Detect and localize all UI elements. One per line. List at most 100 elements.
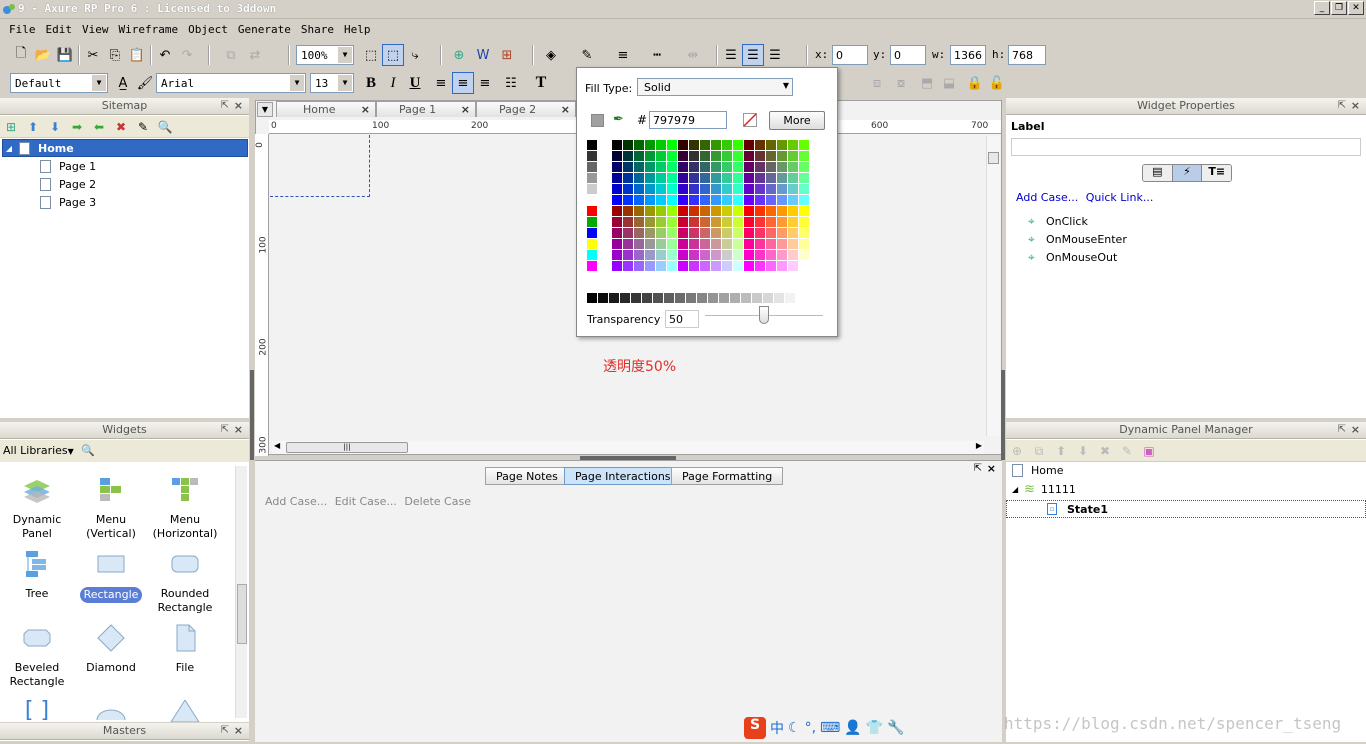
color-swatch[interactable] bbox=[722, 217, 732, 227]
color-swatch[interactable] bbox=[733, 228, 743, 238]
color-swatch[interactable] bbox=[667, 151, 677, 161]
format-painter-icon[interactable]: ⧉ bbox=[220, 44, 242, 66]
color-swatch[interactable] bbox=[766, 228, 776, 238]
color-swatch[interactable] bbox=[744, 140, 754, 150]
tab-list-dropdown[interactable]: ▼ bbox=[257, 102, 273, 117]
moon-icon[interactable]: ☾ bbox=[788, 720, 801, 736]
color-swatch[interactable] bbox=[667, 195, 677, 205]
color-swatch[interactable] bbox=[766, 184, 776, 194]
color-swatch[interactable] bbox=[587, 228, 597, 238]
color-swatch[interactable] bbox=[700, 239, 710, 249]
canvas-tab-home[interactable]: Home × bbox=[276, 101, 376, 117]
color-swatch[interactable] bbox=[744, 184, 754, 194]
add-state-icon[interactable]: ⊕ bbox=[1006, 440, 1028, 462]
color-swatch[interactable] bbox=[711, 228, 721, 238]
color-swatch[interactable] bbox=[700, 173, 710, 183]
color-swatch[interactable] bbox=[700, 140, 710, 150]
add-case-link[interactable]: Add Case... bbox=[265, 495, 327, 508]
color-swatch[interactable] bbox=[623, 217, 633, 227]
color-swatch[interactable] bbox=[700, 195, 710, 205]
color-swatch[interactable] bbox=[722, 195, 732, 205]
event-onclick[interactable]: ⌖ OnClick bbox=[1028, 212, 1127, 230]
color-swatch[interactable] bbox=[667, 173, 677, 183]
color-swatch[interactable] bbox=[777, 261, 787, 271]
color-swatch[interactable] bbox=[656, 151, 666, 161]
color-swatch[interactable] bbox=[755, 239, 765, 249]
color-swatch[interactable] bbox=[667, 217, 677, 227]
color-swatch[interactable] bbox=[799, 184, 809, 194]
color-swatch[interactable] bbox=[656, 250, 666, 260]
color-swatch[interactable] bbox=[799, 140, 809, 150]
style-select[interactable]: Default ▼ bbox=[10, 73, 108, 93]
more-colors-button[interactable]: More bbox=[769, 111, 825, 130]
color-swatch[interactable] bbox=[689, 173, 699, 183]
color-swatch[interactable] bbox=[645, 151, 655, 161]
color-swatch[interactable] bbox=[799, 250, 809, 260]
color-swatch[interactable] bbox=[788, 228, 798, 238]
select-intersect-icon[interactable]: ⬚ bbox=[360, 44, 382, 66]
color-swatch[interactable] bbox=[623, 239, 633, 249]
color-swatch[interactable] bbox=[766, 239, 776, 249]
menu-view[interactable]: View bbox=[77, 20, 114, 40]
tab-page-formatting[interactable]: Page Formatting bbox=[671, 467, 784, 485]
color-swatch[interactable] bbox=[645, 250, 655, 260]
color-swatch[interactable] bbox=[656, 261, 666, 271]
menu-object[interactable]: Object bbox=[183, 20, 233, 40]
color-swatch[interactable] bbox=[689, 228, 699, 238]
color-swatch[interactable] bbox=[700, 261, 710, 271]
close-icon[interactable]: × bbox=[234, 98, 243, 114]
sitemap-item-home[interactable]: ◢ Home bbox=[2, 139, 248, 157]
bring-front-icon[interactable]: ⬒ bbox=[916, 72, 938, 94]
color-swatch[interactable] bbox=[623, 173, 633, 183]
color-swatch[interactable] bbox=[623, 140, 633, 150]
text-color-button[interactable]: T bbox=[530, 72, 552, 94]
color-swatch[interactable] bbox=[645, 173, 655, 183]
color-swatch[interactable] bbox=[700, 162, 710, 172]
color-swatch[interactable] bbox=[722, 140, 732, 150]
chinese-mode-icon[interactable]: 中 bbox=[770, 718, 784, 738]
edit-page-icon[interactable]: ✎ bbox=[132, 116, 154, 138]
search-icon[interactable]: 🔍 bbox=[81, 444, 95, 457]
ungroup-icon[interactable]: ⧇ bbox=[890, 72, 912, 94]
fill-type-select[interactable]: Solid ▼ bbox=[637, 78, 793, 96]
color-swatch[interactable] bbox=[799, 206, 809, 216]
color-swatch[interactable] bbox=[700, 217, 710, 227]
color-swatch[interactable] bbox=[711, 217, 721, 227]
move-down-icon[interactable]: ⬇ bbox=[44, 116, 66, 138]
color-swatch[interactable] bbox=[711, 140, 721, 150]
tab-annotations-icon[interactable]: ▤ bbox=[1143, 165, 1173, 181]
x-input[interactable]: 0 bbox=[832, 45, 868, 65]
color-swatch[interactable] bbox=[744, 151, 754, 161]
font-family-select[interactable]: Arial ▼ bbox=[156, 73, 306, 93]
splitter-handle-right[interactable] bbox=[1001, 370, 1005, 460]
color-swatch[interactable] bbox=[711, 151, 721, 161]
dp-tree-state[interactable]: ▫ State1 bbox=[1006, 500, 1366, 518]
zoom-select[interactable]: 100% ▼ bbox=[296, 45, 354, 65]
line-width-icon[interactable]: ≡ bbox=[612, 44, 634, 66]
color-swatch[interactable] bbox=[634, 151, 644, 161]
color-swatch[interactable] bbox=[777, 217, 787, 227]
color-swatch[interactable] bbox=[667, 162, 677, 172]
save-icon[interactable]: 💾 bbox=[54, 44, 76, 66]
color-swatch[interactable] bbox=[645, 261, 655, 271]
color-swatch[interactable] bbox=[722, 173, 732, 183]
color-swatch[interactable] bbox=[587, 261, 597, 271]
color-swatch[interactable] bbox=[755, 261, 765, 271]
line-color-icon[interactable]: ✎ bbox=[576, 44, 598, 66]
color-swatch[interactable] bbox=[722, 151, 732, 161]
color-swatch[interactable] bbox=[587, 293, 597, 303]
minimize-button[interactable]: _ bbox=[1314, 1, 1330, 15]
fill-color-icon[interactable]: ◈ bbox=[540, 44, 562, 66]
color-swatch[interactable] bbox=[678, 184, 688, 194]
cut-icon[interactable]: ✂ bbox=[82, 44, 104, 66]
color-swatch[interactable] bbox=[612, 195, 622, 205]
color-swatch[interactable] bbox=[634, 162, 644, 172]
edit-all-states-icon[interactable]: ▣ bbox=[1138, 440, 1160, 462]
new-icon[interactable]: 🗋 bbox=[10, 44, 32, 66]
color-swatch[interactable] bbox=[788, 151, 798, 161]
sitemap-item-page3[interactable]: Page 3 bbox=[40, 193, 96, 211]
color-swatch[interactable] bbox=[755, 140, 765, 150]
color-swatch[interactable] bbox=[744, 195, 754, 205]
color-swatch[interactable] bbox=[755, 206, 765, 216]
color-swatch[interactable] bbox=[766, 250, 776, 260]
